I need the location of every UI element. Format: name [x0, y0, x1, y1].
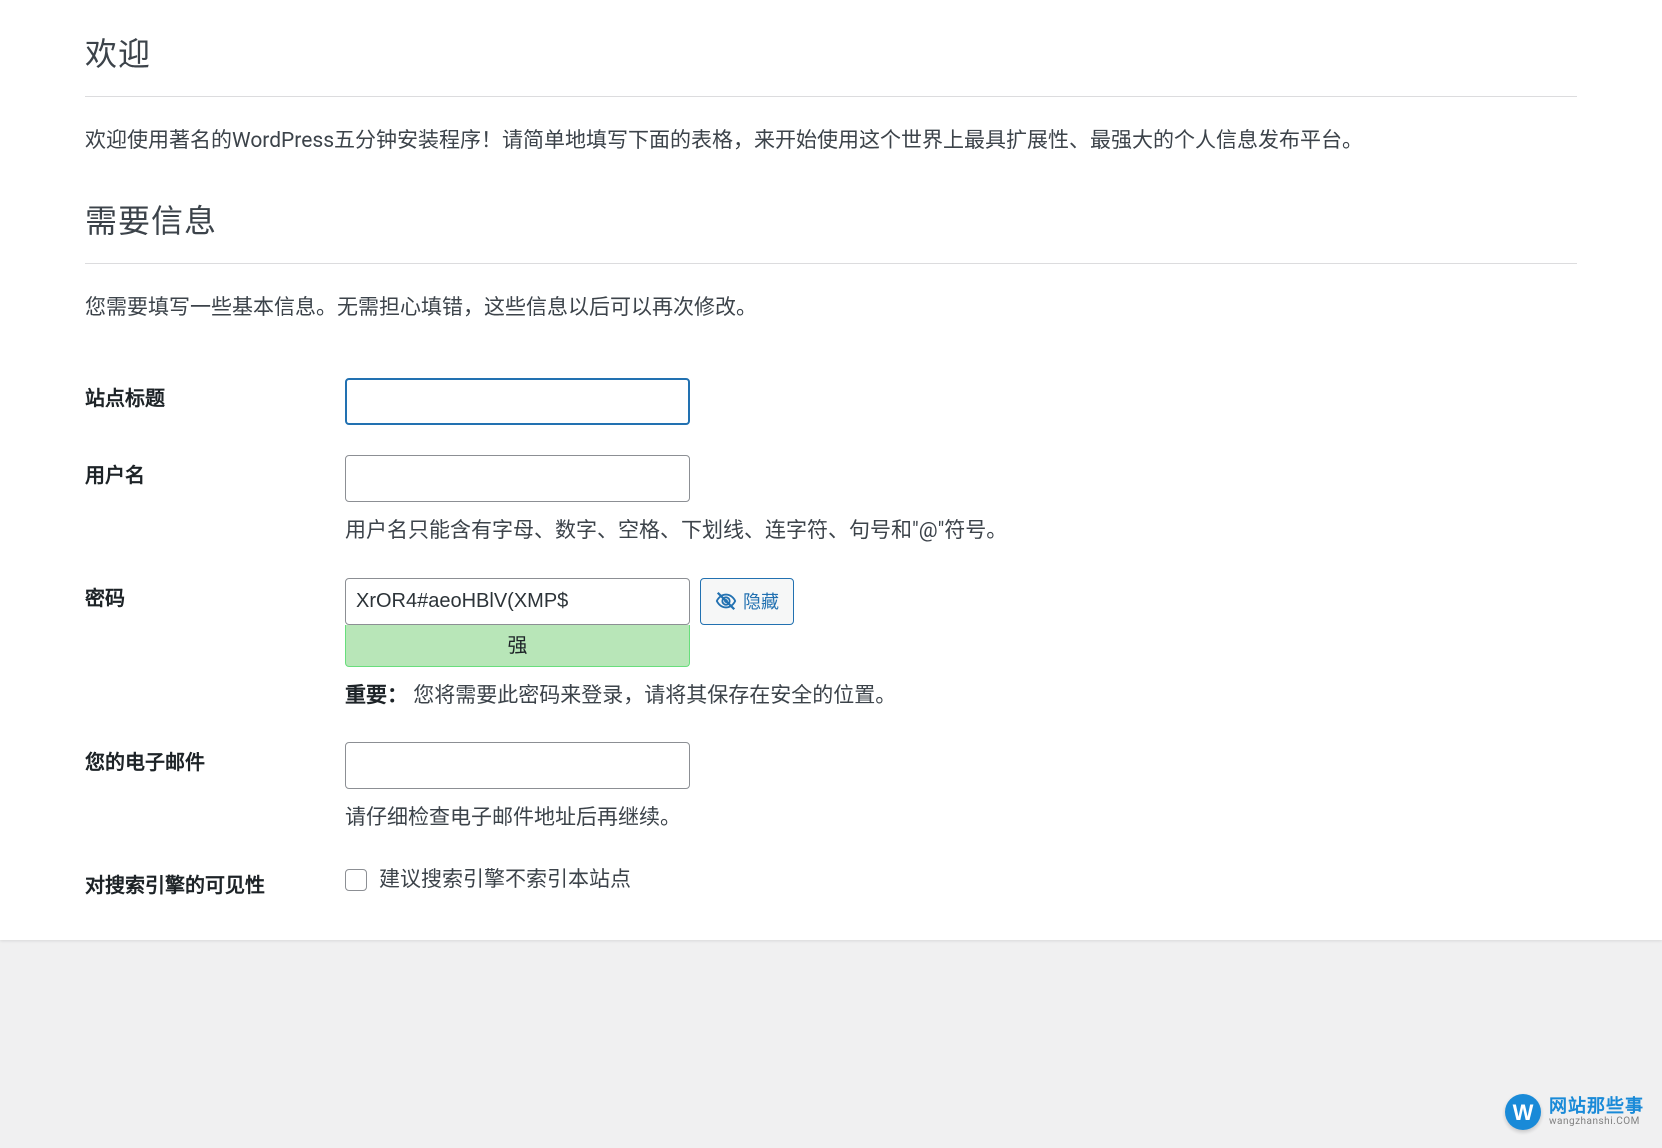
username-description: 用户名只能含有字母、数字、空格、下划线、连字符、句号和"@"符号。 — [345, 516, 1567, 548]
password-wrapper: 隐藏 — [345, 578, 1567, 625]
site-title-row: 站点标题 — [85, 363, 1577, 440]
watermark: W 网站那些事 wangzhanshi.COM — [1505, 1094, 1644, 1130]
password-label: 密码 — [85, 563, 345, 728]
hide-button-label: 隐藏 — [743, 588, 779, 614]
visibility-checkbox-label: 建议搜索引擎不索引本站点 — [379, 865, 631, 897]
watermark-english: wangzhanshi.COM — [1549, 1116, 1644, 1127]
site-title-input[interactable] — [345, 378, 690, 425]
username-input[interactable] — [345, 455, 690, 502]
email-label: 您的电子邮件 — [85, 727, 345, 850]
important-label: 重要： — [345, 684, 408, 708]
visibility-checkbox[interactable] — [345, 869, 367, 891]
welcome-intro-text: 欢迎使用著名的WordPress五分钟安装程序！请简单地填写下面的表格，来开始使… — [85, 125, 1577, 159]
eye-slash-icon — [715, 590, 737, 612]
visibility-checkbox-row: 建议搜索引擎不索引本站点 — [345, 865, 1567, 897]
password-strength-indicator: 强 — [345, 625, 690, 667]
info-needed-heading: 需要信息 — [85, 197, 1577, 264]
password-input[interactable] — [345, 578, 690, 625]
important-text: 您将需要此密码来登录，请将其保存在安全的位置。 — [413, 684, 896, 708]
email-input[interactable] — [345, 742, 690, 789]
install-form-table: 站点标题 用户名 用户名只能含有字母、数字、空格、下划线、连字符、句号和"@"符… — [85, 363, 1577, 920]
install-form-container: 欢迎 欢迎使用著名的WordPress五分钟安装程序！请简单地填写下面的表格，来… — [0, 0, 1662, 940]
password-row: 密码 隐藏 强 重要： 您将需要此密码来登录 — [85, 563, 1577, 728]
username-label: 用户名 — [85, 440, 345, 563]
username-row: 用户名 用户名只能含有字母、数字、空格、下划线、连字符、句号和"@"符号。 — [85, 440, 1577, 563]
visibility-row: 对搜索引擎的可见性 建议搜索引擎不索引本站点 — [85, 850, 1577, 920]
info-intro-text: 您需要填写一些基本信息。无需担心填错，这些信息以后可以再次修改。 — [85, 292, 1577, 326]
email-description: 请仔细检查电子邮件地址后再继续。 — [345, 803, 1567, 835]
hide-password-button[interactable]: 隐藏 — [700, 578, 794, 625]
watermark-chinese: 网站那些事 — [1549, 1097, 1644, 1117]
site-title-label: 站点标题 — [85, 363, 345, 440]
email-row: 您的电子邮件 请仔细检查电子邮件地址后再继续。 — [85, 727, 1577, 850]
welcome-heading: 欢迎 — [85, 30, 1577, 97]
visibility-label: 对搜索引擎的可见性 — [85, 850, 345, 920]
watermark-text: 网站那些事 wangzhanshi.COM — [1549, 1097, 1644, 1128]
watermark-logo-icon: W — [1505, 1094, 1541, 1130]
password-important-note: 重要： 您将需要此密码来登录，请将其保存在安全的位置。 — [345, 681, 1567, 713]
